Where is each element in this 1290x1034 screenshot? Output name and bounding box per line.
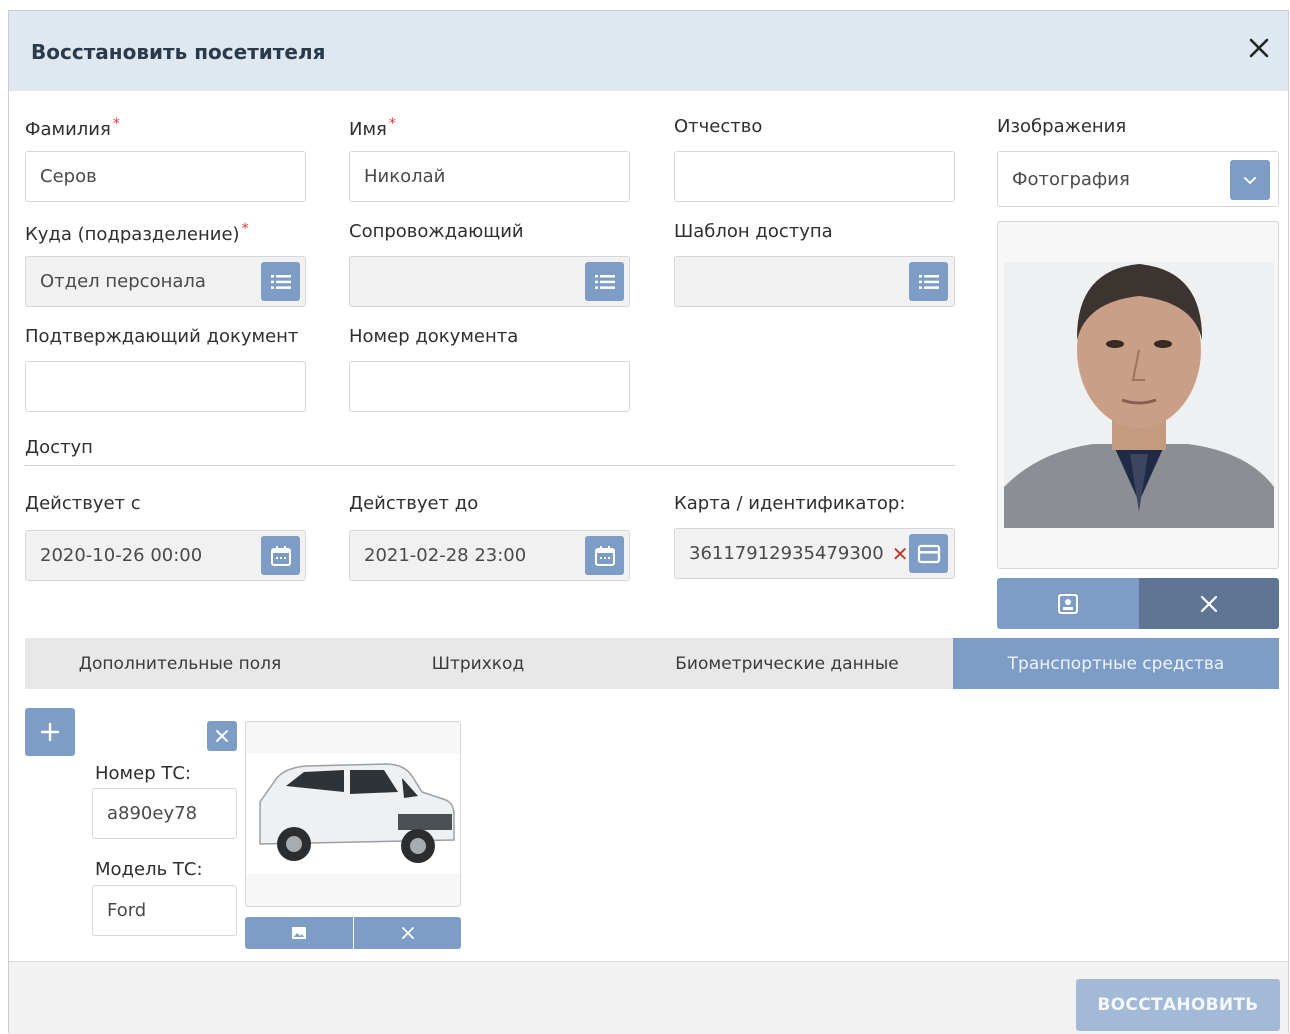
valid-to-label: Действует до — [349, 493, 479, 514]
upload-vehicle-photo-button[interactable] — [245, 917, 353, 949]
portrait-image — [1004, 262, 1274, 528]
car-image — [246, 754, 460, 874]
patronymic-label: Отчество — [674, 116, 763, 137]
document-number-label: Номер документа — [349, 326, 519, 347]
first-name-label: Имя * — [349, 116, 396, 140]
vehicle-number-value: а890еу78 — [107, 803, 198, 824]
document-label: Подтверждающий документ — [25, 326, 299, 347]
calendar-icon — [594, 545, 615, 566]
chevron-down-icon[interactable] — [1230, 160, 1270, 200]
close-icon — [401, 927, 414, 939]
required-mark: * — [241, 221, 249, 237]
portrait-icon — [1058, 593, 1078, 614]
last-name-input[interactable]: Серов — [25, 151, 306, 202]
list-icon — [918, 274, 939, 289]
first-name-value: Николай — [364, 166, 446, 187]
close-icon — [1200, 595, 1218, 612]
card-select-button[interactable] — [909, 534, 948, 573]
required-mark: * — [112, 116, 120, 132]
valid-from-value: 2020-10-26 00:00 — [40, 545, 203, 566]
dialog-footer: ВОССТАНОВИТЬ — [9, 961, 1288, 1034]
images-label: Изображения — [997, 116, 1127, 137]
access-template-list-button[interactable] — [909, 262, 948, 301]
department-label-text: Куда (подразделение) — [25, 224, 240, 245]
vehicle-photo — [245, 721, 461, 907]
upload-photo-button[interactable] — [997, 578, 1139, 629]
image-type-value: Фотография — [1012, 168, 1130, 190]
image-icon — [292, 927, 306, 939]
document-input[interactable] — [25, 361, 306, 412]
document-number-input[interactable] — [349, 361, 630, 412]
department-value: Отдел персонала — [40, 271, 206, 292]
escort-label: Сопровождающий — [349, 221, 524, 242]
card-icon — [917, 544, 940, 563]
restore-button[interactable]: ВОССТАНОВИТЬ — [1076, 979, 1280, 1031]
dialog-title: Восстановить посетителя — [31, 40, 326, 64]
last-name-label: Фамилия * — [25, 116, 120, 140]
access-template-label: Шаблон доступа — [674, 221, 833, 242]
tab-barcode[interactable]: Штрихкод — [335, 638, 621, 689]
vehicle-number-input[interactable]: а890еу78 — [92, 788, 237, 839]
remove-photo-button[interactable] — [1139, 578, 1279, 629]
escort-list-button[interactable] — [585, 262, 624, 301]
list-icon — [270, 274, 291, 289]
list-icon — [594, 274, 615, 289]
tab-additional-fields[interactable]: Дополнительные поля — [25, 638, 335, 689]
valid-to-value: 2021-02-28 23:00 — [364, 545, 527, 566]
tab-bar: Дополнительные поля Штрихкод Биометричес… — [25, 638, 1279, 689]
tab-vehicles[interactable]: Транспортные средства — [953, 638, 1279, 689]
add-vehicle-button[interactable] — [25, 708, 75, 756]
vehicle-model-value: Ford — [107, 900, 147, 921]
card-value: 36117912935479300 — [689, 543, 884, 564]
patronymic-input[interactable] — [674, 151, 955, 202]
last-name-label-text: Фамилия — [25, 119, 111, 140]
vehicle-number-label: Номер ТС: — [95, 763, 191, 784]
close-button[interactable] — [1244, 33, 1274, 63]
close-icon — [216, 730, 228, 742]
department-list-button[interactable] — [261, 262, 300, 301]
required-mark: * — [388, 116, 396, 132]
restore-visitor-dialog: Восстановить посетителя Фамилия * Серов И… — [8, 10, 1289, 1034]
visitor-photo — [997, 221, 1279, 569]
close-icon — [1249, 38, 1269, 58]
vehicle-model-label: Модель ТС: — [95, 859, 203, 880]
first-name-input[interactable]: Николай — [349, 151, 630, 202]
valid-from-calendar-button[interactable] — [261, 536, 300, 575]
card-label: Карта / идентификатор: — [674, 493, 906, 514]
calendar-icon — [270, 545, 291, 566]
remove-vehicle-button[interactable] — [207, 721, 237, 751]
tab-biometrics[interactable]: Биометрические данные — [621, 638, 953, 689]
vehicle-model-input[interactable]: Ford — [92, 885, 237, 936]
last-name-value: Серов — [40, 166, 97, 187]
remove-vehicle-photo-button[interactable] — [354, 917, 461, 949]
image-type-select[interactable]: Фотография — [997, 151, 1279, 207]
clear-card-icon[interactable]: ✕ — [892, 542, 909, 566]
plus-icon — [40, 722, 60, 742]
valid-from-label: Действует с — [25, 493, 141, 514]
dialog-header: Восстановить посетителя — [9, 11, 1288, 91]
section-divider — [25, 465, 955, 466]
first-name-label-text: Имя — [349, 119, 387, 140]
access-section-title: Доступ — [25, 437, 93, 458]
valid-to-calendar-button[interactable] — [585, 536, 624, 575]
department-label: Куда (подразделение) * — [25, 221, 249, 245]
